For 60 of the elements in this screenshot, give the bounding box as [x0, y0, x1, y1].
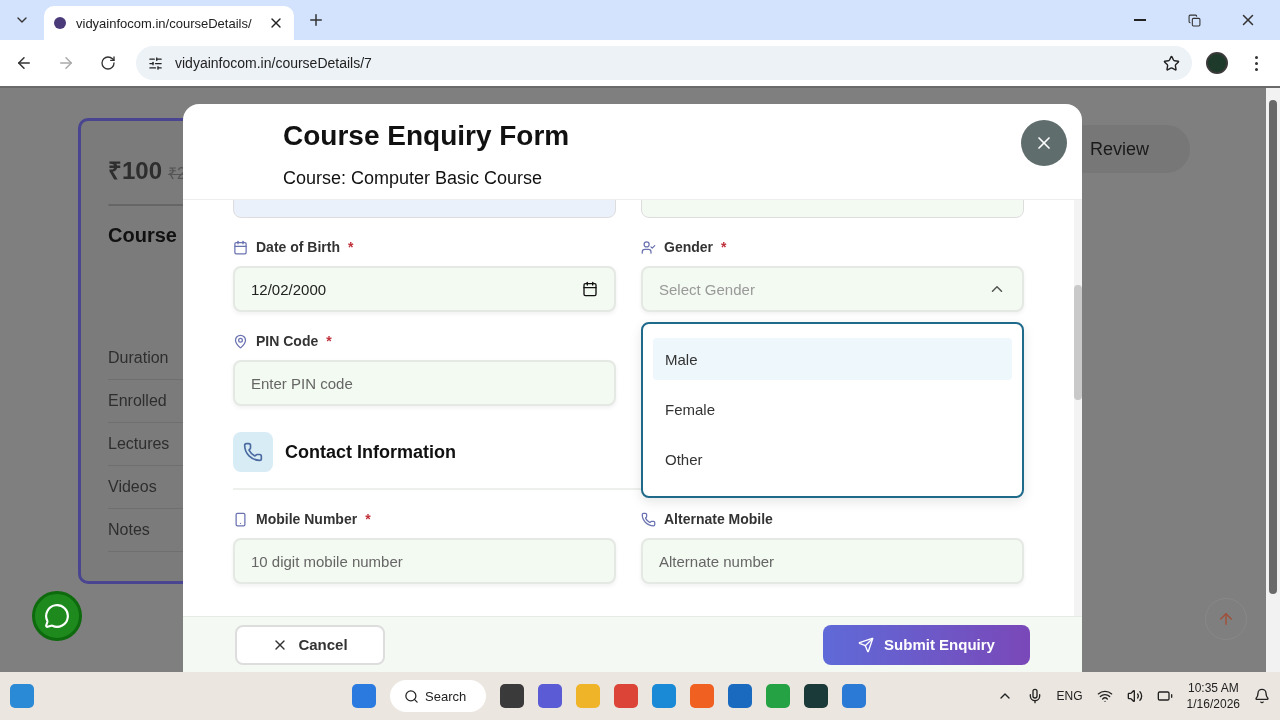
field-label: Date of Birth [256, 239, 340, 255]
field-label: Mobile Number [256, 511, 358, 527]
star-icon [1163, 54, 1180, 72]
map-pin-icon [233, 333, 248, 349]
browser-tab[interactable]: vidyainfocom.in/courseDetails/ [44, 6, 294, 40]
restore-icon [1187, 13, 1201, 27]
calendar-icon [233, 239, 248, 255]
input-field[interactable]: 10 digit mobile number [233, 538, 616, 584]
plus-icon [307, 11, 325, 29]
dropdown-option[interactable]: Other [653, 438, 1012, 480]
arrow-right-icon [57, 54, 75, 72]
profile-avatar[interactable] [1206, 52, 1228, 74]
app-icon[interactable] [500, 684, 524, 708]
search-icon [404, 688, 419, 704]
battery-icon [1156, 688, 1173, 704]
scrollbar[interactable] [1266, 88, 1280, 672]
cancel-button[interactable]: Cancel [235, 624, 385, 665]
required-mark: * [365, 511, 371, 527]
reload-icon [100, 55, 116, 71]
submit-button[interactable]: Submit Enquiry [823, 624, 1030, 665]
field-label: Gender [664, 239, 713, 255]
field-label: Alternate Mobile [664, 511, 773, 527]
dropdown-option[interactable]: Female [653, 388, 1012, 430]
dialog-title: Course Enquiry Form [283, 120, 571, 152]
phone-icon [233, 432, 273, 472]
card-heading: Course [108, 224, 178, 247]
volume-icon [1126, 688, 1143, 704]
close-button[interactable] [1021, 120, 1067, 166]
wifi-icon [1096, 688, 1113, 704]
field-label: PIN Code [256, 333, 319, 349]
search-button[interactable]: Search [390, 680, 486, 712]
required-mark: * [326, 333, 332, 349]
date-field[interactable]: 12/02/2000 [233, 266, 616, 312]
send-icon [858, 636, 875, 653]
smartphone-icon [233, 511, 248, 527]
section-title: Contact Information [285, 441, 456, 463]
chat-icon [44, 603, 70, 629]
notification-icon [1254, 688, 1270, 704]
site-icon [54, 17, 66, 29]
user-check-icon [641, 239, 656, 255]
price: ₹100 [108, 156, 163, 186]
input-field[interactable]: Alternate number [641, 538, 1024, 584]
app-icon[interactable] [804, 684, 828, 708]
scrollbar[interactable] [1074, 200, 1082, 616]
minimize-icon [1134, 19, 1146, 21]
dialog-subtitle: Course: Computer Basic Course [283, 168, 544, 189]
app-icon[interactable] [728, 684, 752, 708]
menu-icon [1254, 55, 1258, 71]
required-mark: * [348, 239, 354, 255]
app-icon[interactable] [538, 684, 562, 708]
phone-icon [641, 511, 656, 527]
address-bar[interactable]: vidyainfocom.in/courseDetails/7 [136, 46, 1192, 80]
language-indicator[interactable]: ENG [1056, 689, 1083, 703]
input-field[interactable]: Enter PIN code [233, 360, 616, 406]
calendar-icon [582, 281, 598, 297]
site-settings-icon [148, 55, 163, 71]
clock[interactable]: 10:35 AM 1/16/2026 [1186, 680, 1240, 712]
dropdown-option[interactable]: Male [653, 338, 1012, 380]
chat-button[interactable] [32, 591, 82, 641]
required-mark: * [721, 239, 727, 255]
